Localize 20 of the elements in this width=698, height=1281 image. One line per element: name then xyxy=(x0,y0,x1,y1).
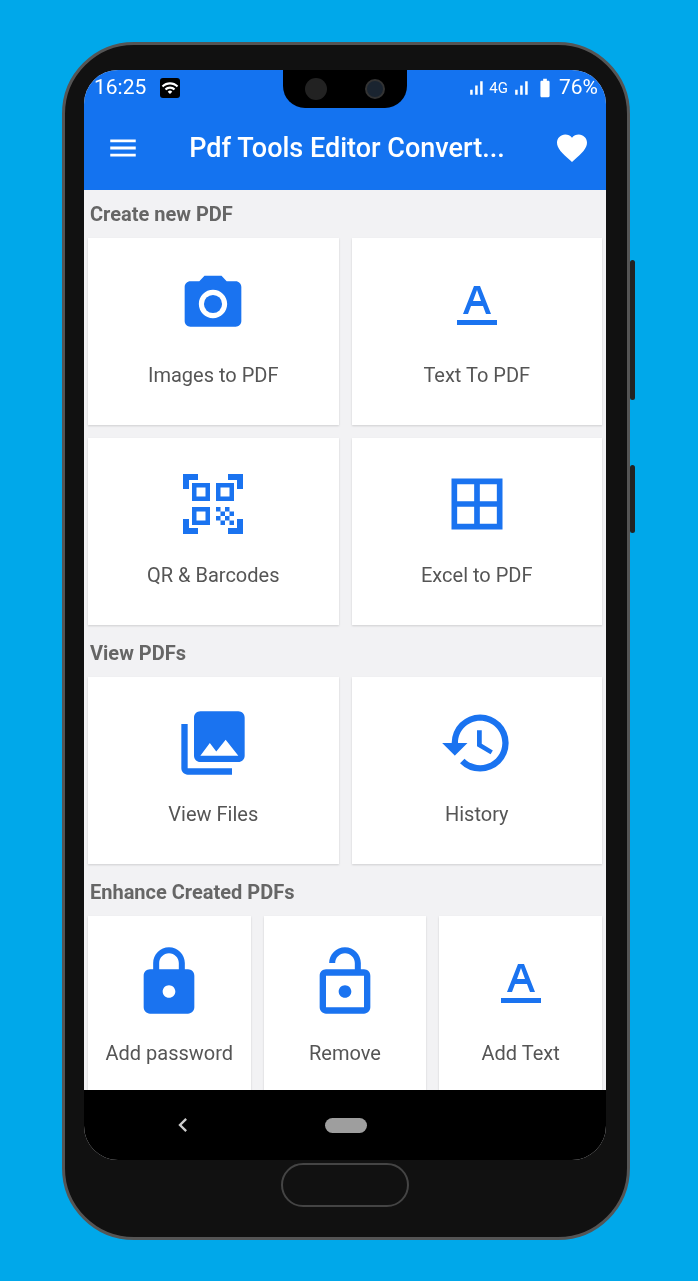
status-time: 16:25 xyxy=(94,74,147,102)
battery-level: 76% xyxy=(559,74,598,102)
tool-card[interactable]: QR & Barcodes xyxy=(88,438,339,625)
section-header: Create new PDF xyxy=(89,201,234,228)
tool-card[interactable]: Add Text xyxy=(439,916,602,1090)
app-title: Pdf Tools Editor Convert... xyxy=(188,130,506,166)
section-header: Enhance Created PDFs xyxy=(89,879,296,906)
tool-card[interactable]: Add password xyxy=(88,916,251,1090)
tool-card[interactable]: View Files xyxy=(88,677,339,864)
network-type: 4G xyxy=(489,77,508,99)
home-pill[interactable] xyxy=(325,1117,367,1133)
tool-card[interactable]: Excel to PDF xyxy=(351,438,602,625)
camera-lens-icon xyxy=(365,79,385,99)
speaker-icon xyxy=(305,78,327,100)
tool-card[interactable]: History xyxy=(351,677,602,864)
wifi-icon xyxy=(160,78,181,98)
tool-card[interactable]: Text To PDF xyxy=(351,238,602,425)
tool-card[interactable]: Remove xyxy=(263,916,427,1090)
section-header: View PDFs xyxy=(89,640,187,667)
tool-card[interactable]: Images to PDF xyxy=(88,238,339,425)
